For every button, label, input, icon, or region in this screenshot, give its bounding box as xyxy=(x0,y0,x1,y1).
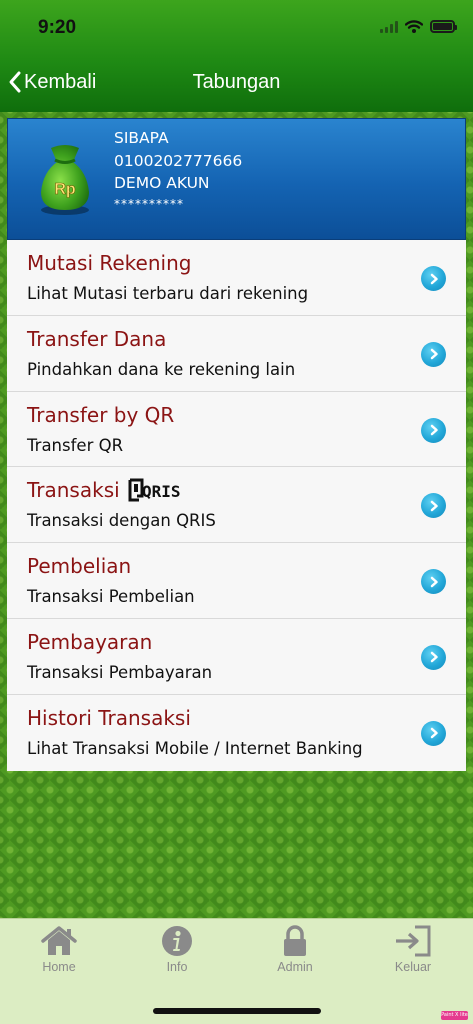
tab-label: Info xyxy=(166,960,188,974)
account-number: 0100202777666 xyxy=(114,151,243,170)
menu-list: Mutasi Rekening Lihat Mutasi terbaru dar… xyxy=(7,240,466,771)
account-name: SIBAPA xyxy=(114,129,169,147)
status-icons xyxy=(380,20,457,33)
menu-item-subtitle: Transaksi dengan QRIS xyxy=(27,511,216,531)
chevron-right-icon[interactable] xyxy=(421,644,446,670)
account-card: Rp SIBAPA 0100202777666 DEMO AKUN ******… xyxy=(7,118,466,240)
watermark-badge: Paint X lite xyxy=(441,1011,468,1020)
chevron-right-icon[interactable] xyxy=(421,341,446,367)
home-indicator[interactable] xyxy=(153,1008,321,1014)
menu-item-subtitle: Transaksi Pembelian xyxy=(27,587,195,607)
home-icon xyxy=(41,926,77,955)
status-time: 9:20 xyxy=(38,17,77,38)
money-bag-icon: Rp xyxy=(41,145,89,215)
qris-logo-text: QRIS xyxy=(142,482,181,501)
menu-item-transaksi-qris[interactable]: Transaksi QRIS Transaksi dengan QRIS xyxy=(7,467,466,544)
tab-label: Admin xyxy=(277,960,313,974)
battery-icon xyxy=(430,20,457,33)
tab-keluar[interactable]: Keluar xyxy=(354,925,472,974)
menu-item-transfer-by-qr[interactable]: Transfer by QR Transfer QR xyxy=(7,392,466,468)
lock-icon xyxy=(284,925,306,956)
chevron-right-icon[interactable] xyxy=(421,720,446,746)
info-icon xyxy=(162,926,192,956)
chevron-right-icon[interactable] xyxy=(421,266,446,291)
menu-item-title: Mutasi Rekening xyxy=(27,251,192,275)
menu-item-subtitle: Lihat Mutasi terbaru dari rekening xyxy=(27,284,309,303)
menu-item-title: Transaksi xyxy=(27,478,120,503)
tab-home[interactable]: Home xyxy=(0,925,118,974)
menu-item-pembayaran[interactable]: Pembayaran Transaksi Pembayaran xyxy=(7,619,466,695)
page-title: Tabungan xyxy=(192,71,281,93)
menu-item-title: Transfer Dana xyxy=(27,326,167,351)
chevron-right-icon[interactable] xyxy=(421,417,446,443)
chevron-right-icon[interactable] xyxy=(421,569,446,595)
menu-item-subtitle: Transfer QR xyxy=(27,435,124,455)
header: 9:20 Kembali Tabungan xyxy=(0,0,473,112)
tab-label: Home xyxy=(42,960,76,974)
chevron-right-icon[interactable] xyxy=(421,493,446,519)
tab-info[interactable]: Info xyxy=(118,925,236,974)
menu-item-pembelian[interactable]: Pembelian Transaksi Pembelian xyxy=(7,543,466,619)
cellular-signal-icon xyxy=(380,20,398,33)
wifi-icon xyxy=(405,20,423,33)
tab-admin[interactable]: Admin xyxy=(236,925,354,974)
menu-item-title: Transfer by QR xyxy=(27,402,175,427)
bag-label: Rp xyxy=(54,181,76,198)
menu-item-mutasi-rekening[interactable]: Mutasi Rekening Lihat Mutasi terbaru dar… xyxy=(7,240,466,316)
menu-item-subtitle: Lihat Transaksi Mobile / Internet Bankin… xyxy=(27,738,363,758)
logout-icon xyxy=(396,925,431,957)
account-type: DEMO AKUN xyxy=(114,174,210,192)
menu-item-title: Pembelian xyxy=(27,554,132,579)
menu-item-title: Histori Transaksi xyxy=(27,705,191,730)
account-balance-masked: ********** xyxy=(114,196,184,211)
menu-item-title: Pembayaran xyxy=(27,629,153,654)
menu-item-transfer-dana[interactable]: Transfer Dana Pindahkan dana ke rekening… xyxy=(7,316,466,392)
tab-label: Keluar xyxy=(394,960,432,974)
menu-item-histori-transaksi[interactable]: Histori Transaksi Lihat Transaksi Mobile… xyxy=(7,695,466,771)
menu-item-title-row: Transaksi QRIS xyxy=(27,478,192,502)
menu-item-subtitle: Pindahkan dana ke rekening lain xyxy=(27,359,296,379)
qris-logo-icon: QRIS xyxy=(128,478,181,502)
menu-item-subtitle: Transaksi Pembayaran xyxy=(27,662,213,682)
